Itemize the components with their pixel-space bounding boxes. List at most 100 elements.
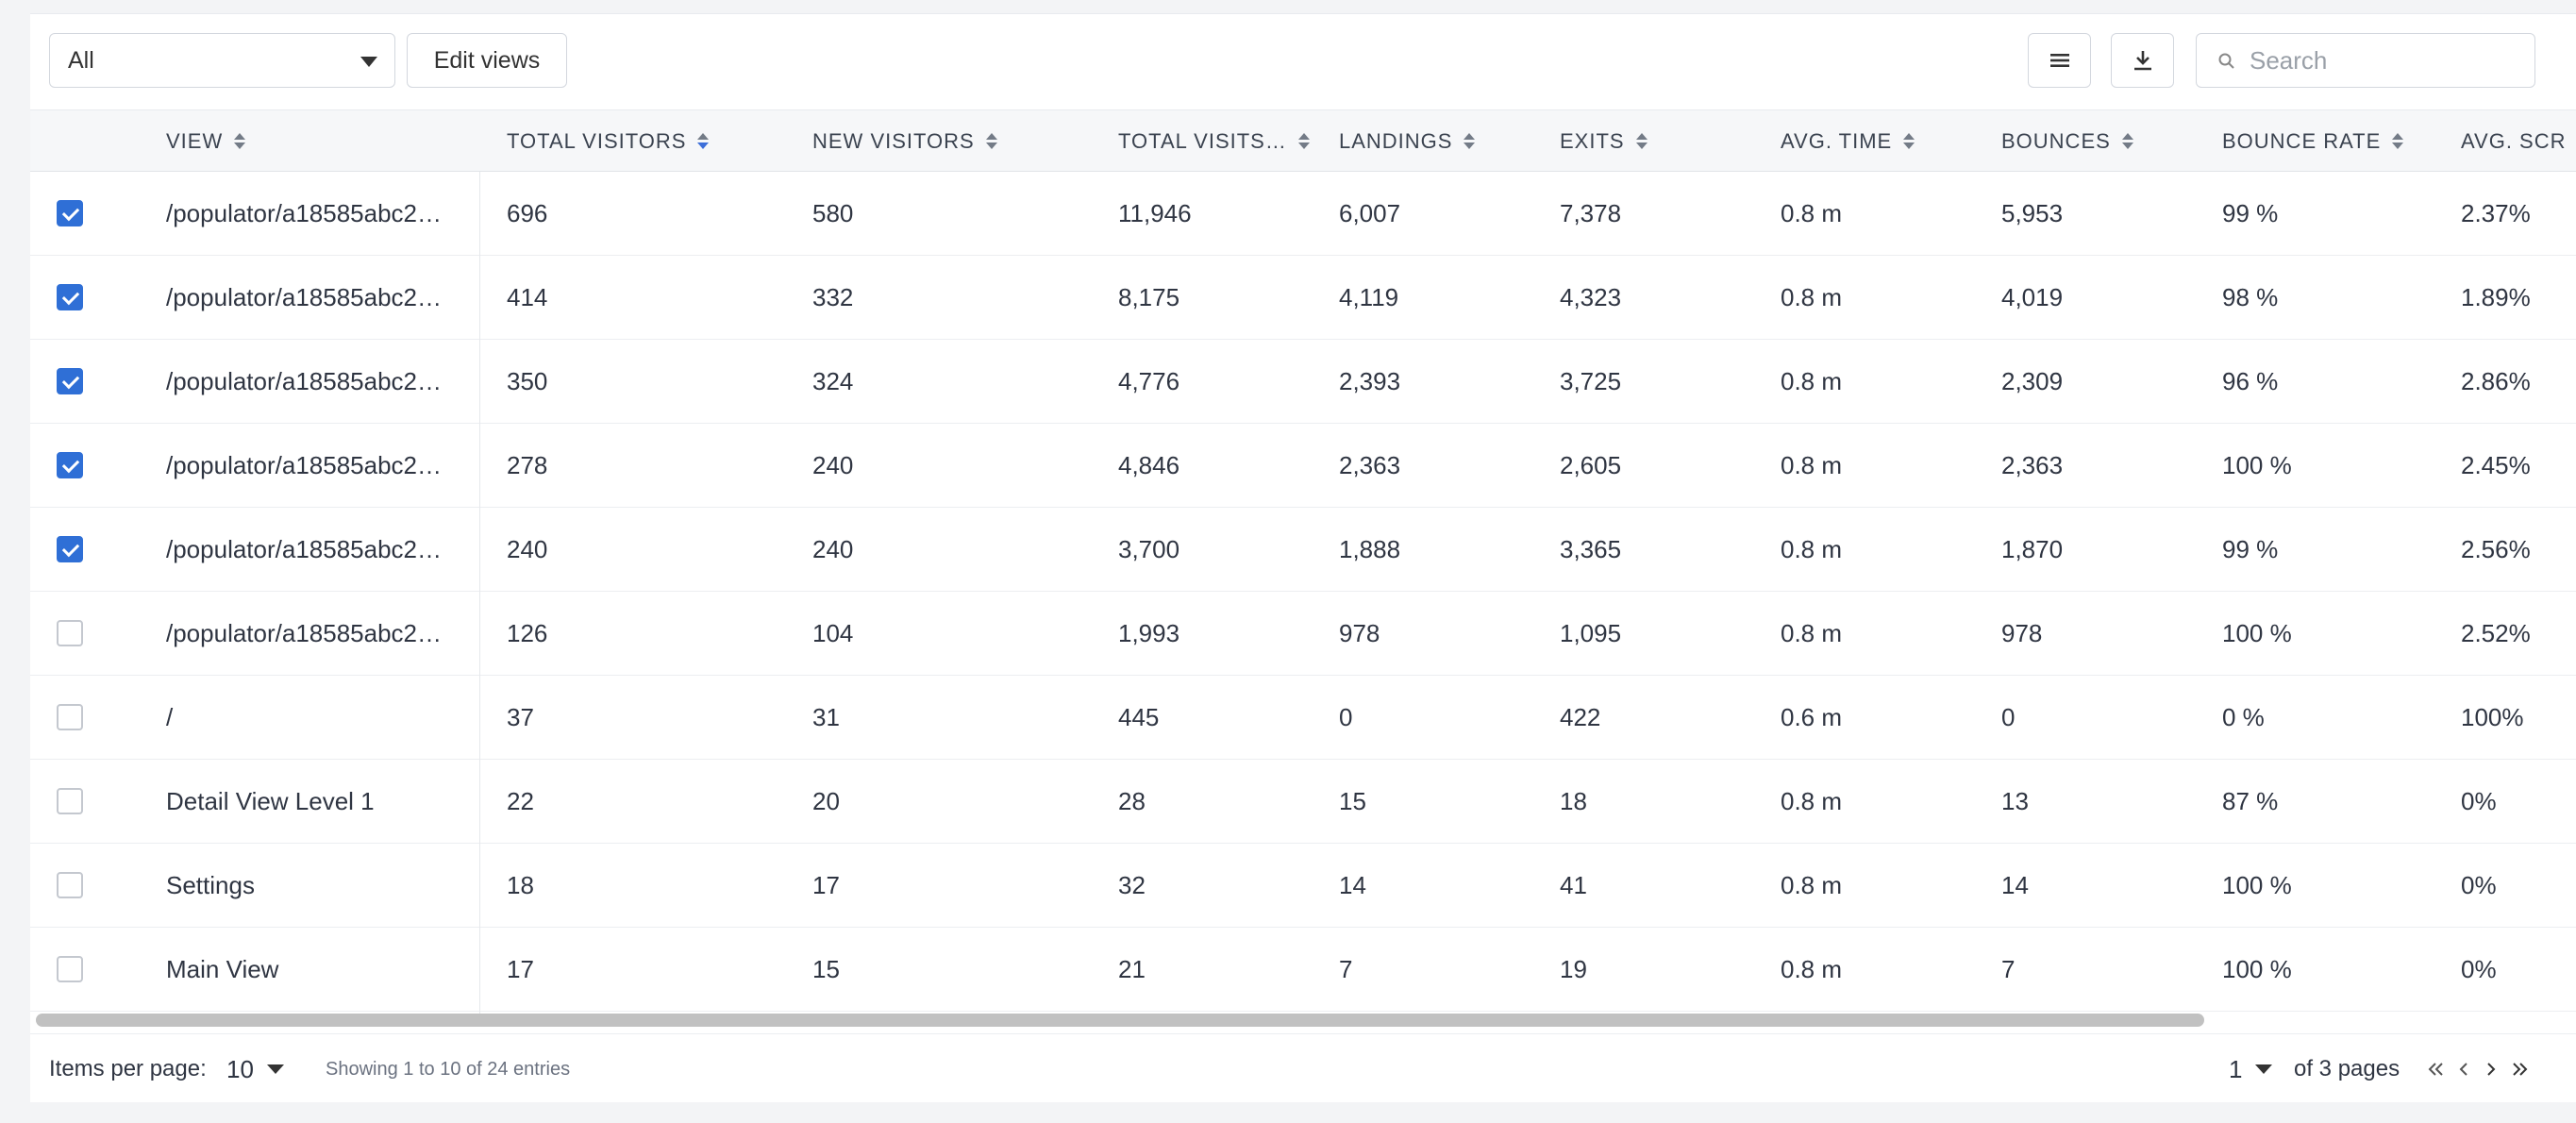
cell-view[interactable]: /populator/a18585abc2…: [166, 508, 442, 591]
caret-down-icon: [2255, 1064, 2273, 1074]
view-filter-select[interactable]: All: [49, 33, 395, 88]
table-row[interactable]: /populator/a18585abc2… 350 324 4,776 2,393 3,…: [30, 340, 2576, 424]
sort-icon[interactable]: [2392, 132, 2404, 151]
sort-icon[interactable]: [1464, 132, 1476, 151]
table-row[interactable]: Detail View Level 1 22 20 28 15 18 0.8 m 13 87 %…: [30, 760, 2576, 844]
cell-exits: 4,323: [1560, 282, 1622, 311]
cell-total-visits: 11,946: [1118, 198, 1192, 227]
cell-avg-scroll: 2.45%: [2461, 450, 2531, 479]
sort-icon[interactable]: [2121, 132, 2133, 151]
items-per-page-label: Items per page:: [49, 1056, 207, 1081]
row-checkbox[interactable]: [57, 452, 83, 478]
column-header-landings[interactable]: LANDINGS: [1339, 110, 1476, 173]
row-checkbox[interactable]: [57, 872, 83, 898]
row-checkbox[interactable]: [57, 284, 83, 310]
cell-view[interactable]: Main View: [166, 928, 278, 1011]
prev-page-icon[interactable]: [2456, 1059, 2471, 1080]
cell-view[interactable]: /populator/a18585abc2…: [166, 340, 442, 423]
cell-avg-scroll: 2.52%: [2461, 618, 2531, 647]
sort-icon[interactable]: [985, 132, 997, 151]
cell-avg-scroll: 2.37%: [2461, 198, 2531, 227]
cell-view[interactable]: /populator/a18585abc2…: [166, 172, 442, 255]
cell-view[interactable]: Settings: [166, 844, 255, 927]
cell-landings: 7: [1339, 954, 1353, 983]
cell-exits: 19: [1560, 954, 1587, 983]
last-page-icon[interactable]: [2510, 1059, 2529, 1080]
column-header-label: BOUNCES: [2001, 129, 2111, 153]
sort-icon[interactable]: [234, 132, 246, 151]
column-header-bounce-rate[interactable]: BOUNCE RATE: [2222, 110, 2404, 173]
cell-bounce-rate: 100 %: [2222, 450, 2292, 479]
sort-icon[interactable]: [697, 132, 710, 151]
table-row[interactable]: /populator/a18585abc2… 278 240 4,846 2,363 2,…: [30, 424, 2576, 508]
column-header-new-visitors[interactable]: NEW VISITORS: [812, 110, 997, 173]
table-row[interactable]: /populator/a18585abc2… 696 580 11,946 6,007 7…: [30, 172, 2576, 256]
cell-total-visitors: 126: [507, 618, 548, 647]
table-row[interactable]: /populator/a18585abc2… 126 104 1,993 978 1,09…: [30, 592, 2576, 676]
cell-bounce-rate: 100 %: [2222, 954, 2292, 983]
cell-view[interactable]: /populator/a18585abc2…: [166, 424, 442, 507]
menu-icon: [2049, 54, 2069, 67]
column-header-exits[interactable]: EXITS: [1560, 110, 1648, 173]
cell-new-visitors: 240: [812, 534, 854, 563]
column-header-avg-scroll[interactable]: AVG. SCR: [2461, 110, 2567, 173]
table-row[interactable]: /populator/a18585abc2… 414 332 8,175 4,119 4,…: [30, 256, 2576, 340]
search-input[interactable]: [2250, 45, 2523, 75]
edit-views-button[interactable]: Edit views: [407, 33, 567, 88]
total-pages-text: of 3 pages: [2294, 1056, 2400, 1081]
column-header-total-visitors[interactable]: TOTAL VISITORS: [507, 110, 710, 173]
row-checkbox[interactable]: [57, 200, 83, 226]
items-per-page-select[interactable]: 10: [226, 1034, 284, 1102]
cell-bounce-rate: 0 %: [2222, 702, 2265, 731]
cell-bounces: 978: [2001, 618, 2043, 647]
cell-view[interactable]: Detail View Level 1: [166, 760, 375, 843]
table-row[interactable]: Main View 17 15 21 7 19 0.8 m 7 100 % 0%: [30, 928, 2576, 1012]
sort-icon[interactable]: [1297, 132, 1310, 151]
cell-new-visitors: 324: [812, 366, 854, 395]
column-header-total-visits[interactable]: TOTAL VISITS…: [1118, 110, 1310, 173]
next-page-icon[interactable]: [2484, 1059, 2499, 1080]
sort-icon[interactable]: [1635, 132, 1648, 151]
cell-total-visitors: 350: [507, 366, 548, 395]
column-header-bounces[interactable]: BOUNCES: [2001, 110, 2133, 173]
column-header-label: TOTAL VISITS…: [1118, 129, 1287, 153]
column-header-label: BOUNCE RATE: [2222, 129, 2382, 153]
cell-view[interactable]: /populator/a18585abc2…: [166, 592, 442, 675]
row-checkbox[interactable]: [57, 620, 83, 646]
column-menu-button[interactable]: [2028, 33, 2091, 88]
cell-bounces: 14: [2001, 870, 2029, 899]
cell-landings: 4,119: [1339, 282, 1399, 311]
table-row[interactable]: / 37 31 445 0 422 0.6 m 0 0 % 100%: [30, 676, 2576, 760]
download-button[interactable]: [2111, 33, 2174, 88]
scrollbar-thumb[interactable]: [36, 1014, 2204, 1027]
cell-new-visitors: 17: [812, 870, 840, 899]
cell-view[interactable]: /: [166, 676, 173, 759]
page-select[interactable]: 1: [2229, 1034, 2273, 1102]
cell-bounce-rate: 96 %: [2222, 366, 2279, 395]
cell-bounces: 7: [2001, 954, 2016, 983]
cell-exits: 41: [1560, 870, 1587, 899]
row-checkbox[interactable]: [57, 368, 83, 394]
cell-exits: 3,725: [1560, 366, 1622, 395]
table-row[interactable]: /populator/a18585abc2… 240 240 3,700 1,888 3,…: [30, 508, 2576, 592]
cell-view[interactable]: /populator/a18585abc2…: [166, 256, 442, 339]
row-checkbox[interactable]: [57, 704, 83, 730]
cell-bounce-rate: 100 %: [2222, 618, 2292, 647]
horizontal-scrollbar[interactable]: [30, 1007, 2576, 1033]
column-header-view[interactable]: VIEW: [166, 110, 246, 173]
column-header-label: VIEW: [166, 129, 224, 153]
cell-avg-time: 0.8 m: [1781, 786, 1843, 815]
cell-new-visitors: 332: [812, 282, 854, 311]
cell-bounce-rate: 99 %: [2222, 534, 2279, 563]
search-box: [2196, 33, 2535, 88]
table-row[interactable]: Settings 18 17 32 14 41 0.8 m 14 100 % 0%: [30, 844, 2576, 928]
sort-icon[interactable]: [1903, 132, 1915, 151]
cell-avg-scroll: 2.86%: [2461, 366, 2531, 395]
first-page-icon[interactable]: [2427, 1059, 2446, 1080]
column-header-avg-time[interactable]: AVG. TIME: [1781, 110, 1915, 173]
row-checkbox[interactable]: [57, 956, 83, 982]
cell-avg-scroll: 0%: [2461, 786, 2497, 815]
search-icon: [2218, 53, 2234, 69]
row-checkbox[interactable]: [57, 536, 83, 562]
row-checkbox[interactable]: [57, 788, 83, 814]
